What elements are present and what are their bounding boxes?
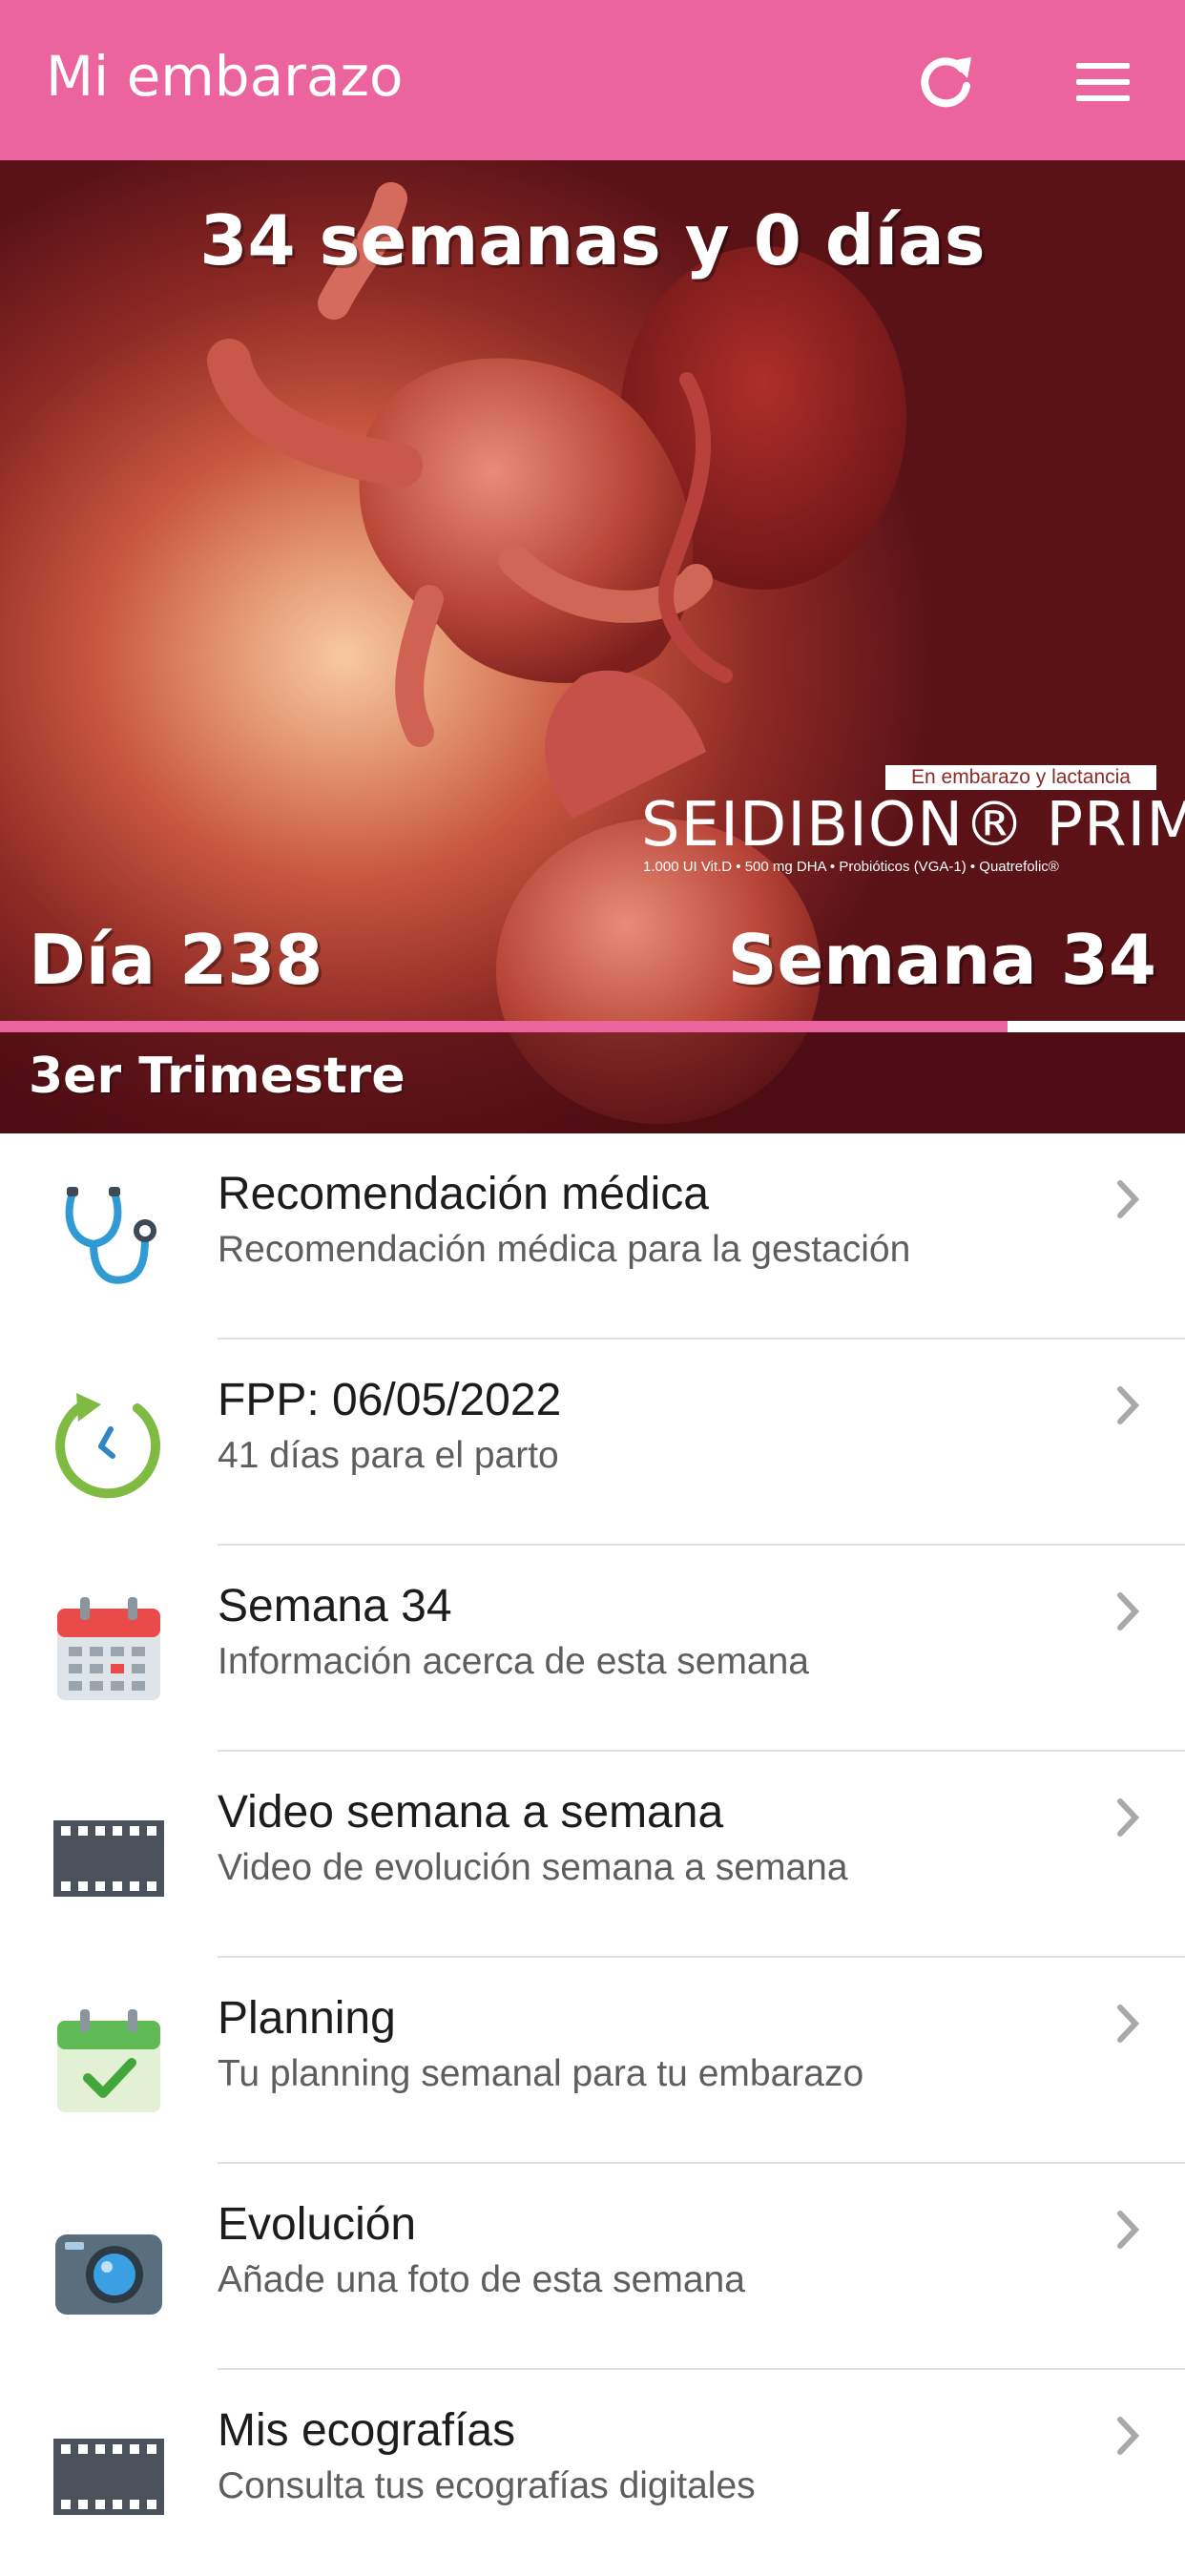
week-counter: Semana 34: [727, 920, 1156, 1000]
weeks-days-title: 34 semanas y 0 días: [199, 200, 986, 280]
chevron-right-icon: [1117, 1592, 1140, 1631]
list-item-subtitle: Añade una foto de esta semana: [218, 2259, 745, 2300]
day-counter: Día 238: [29, 920, 323, 1000]
menu-list: Recomendación médica Recomendación médic…: [0, 1133, 1185, 2576]
refresh-icon[interactable]: [912, 48, 979, 114]
pregnancy-progress-bar: [0, 1021, 1185, 1032]
chevron-right-icon: [1117, 2005, 1140, 2043]
chevron-right-icon: [1117, 2211, 1140, 2249]
film-icon: [53, 1820, 164, 1897]
sponsor-tagline: En embarazo y lactancia: [885, 765, 1156, 790]
pregnancy-progress-fill: [0, 1021, 1008, 1032]
calendar-icon: [57, 1597, 160, 1700]
calendar-check-icon: [57, 2009, 160, 2112]
list-item-title: Video semana a semana: [218, 1787, 724, 1838]
list-item-title: FPP: 06/05/2022: [218, 1375, 562, 1425]
app-header: Mi embarazo: [0, 0, 1185, 160]
film-icon: [53, 2439, 164, 2515]
list-item-title: Evolución: [218, 2199, 417, 2250]
pregnancy-hero[interactable]: 34 semanas y 0 días En embarazo y lactan…: [0, 160, 1185, 1133]
list-item-subtitle: Consulta tus ecografías digitales: [218, 2465, 756, 2506]
list-item-subtitle: Información acerca de esta semana: [218, 1641, 810, 1682]
sponsor-name: SEIDIBION® PRIME: [641, 790, 1185, 861]
chevron-right-icon: [1117, 1180, 1140, 1218]
list-item-recomendacion-medica[interactable]: Recomendación médica Recomendación médic…: [0, 1133, 1185, 1340]
list-item-title: Planning: [218, 1993, 396, 2044]
sponsor-details: 1.000 UI Vit.D • 500 mg DHA • Probiótico…: [643, 859, 1059, 875]
sponsor-logo: En embarazo y lactancia SEIDIBION® PRIME…: [641, 765, 1185, 875]
trimester-label: 3er Trimestre: [29, 1048, 405, 1105]
list-item-title: Mis ecografías: [218, 2405, 516, 2456]
list-item-subtitle: Tu planning semanal para tu embarazo: [218, 2053, 864, 2094]
chevron-right-icon: [1117, 1798, 1140, 1837]
list-item-evolucion[interactable]: Evolución Añade una foto de esta semana: [0, 2164, 1185, 2370]
chevron-right-icon: [1117, 1386, 1140, 1424]
list-item-video-semana[interactable]: Video semana a semana Video de evolución…: [0, 1752, 1185, 1958]
list-item-title: Semana 34: [218, 1581, 452, 1631]
menu-icon[interactable]: [1072, 55, 1133, 109]
list-item-title: Recomendación médica: [218, 1169, 709, 1219]
chevron-right-icon: [1117, 2417, 1140, 2455]
list-item-subtitle: Video de evolución semana a semana: [218, 1847, 848, 1888]
list-item-semana[interactable]: Semana 34 Información acerca de esta sem…: [0, 1546, 1185, 1752]
list-item-planning[interactable]: Planning Tu planning semanal para tu emb…: [0, 1958, 1185, 2164]
stethoscope-icon: [65, 1187, 156, 1284]
camera-icon: [55, 2234, 162, 2315]
clock-icon: [55, 1393, 161, 1499]
app-title: Mi embarazo: [46, 44, 404, 109]
list-item-ecografias[interactable]: Mis ecografías Consulta tus ecografías d…: [0, 2370, 1185, 2576]
list-item-subtitle: 41 días para el parto: [218, 1435, 559, 1476]
list-item-fpp[interactable]: FPP: 06/05/2022 41 días para el parto: [0, 1340, 1185, 1546]
list-item-subtitle: Recomendación médica para la gestación: [218, 1229, 911, 1270]
